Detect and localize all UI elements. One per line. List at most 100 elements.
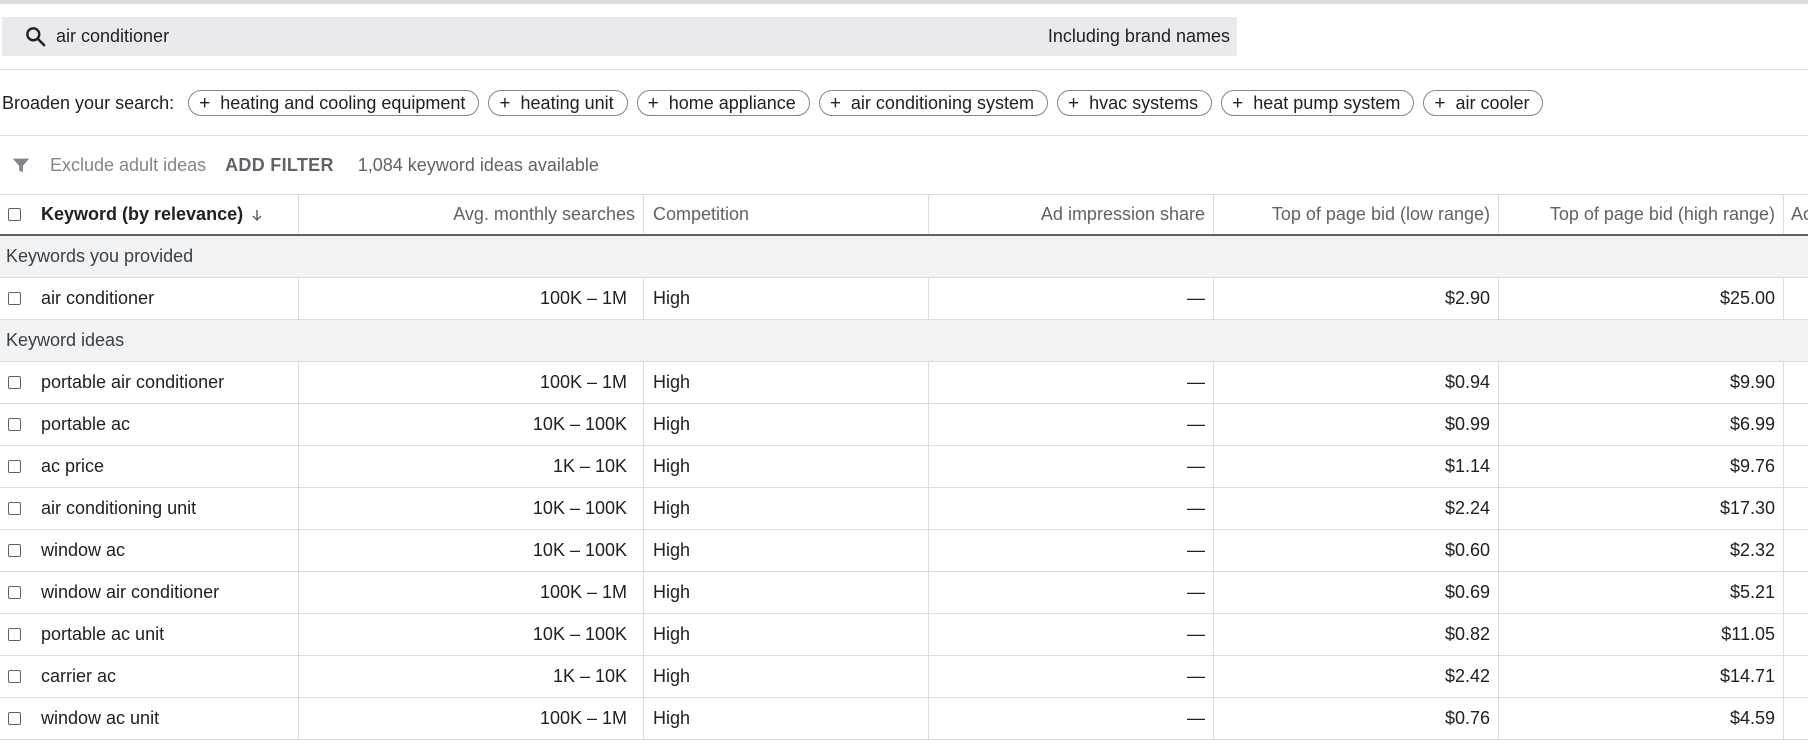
cell-keyword[interactable]: window air conditioner (41, 572, 296, 613)
broaden-chip[interactable]: + heating unit (488, 90, 628, 116)
brand-names-toggle[interactable]: Including brand names (1048, 26, 1230, 47)
cell-keyword[interactable]: portable ac (41, 404, 296, 445)
column-divider (298, 698, 299, 739)
header-competition[interactable]: Competition (653, 195, 923, 234)
column-divider (1213, 698, 1214, 739)
cell-competition: High (653, 708, 691, 728)
header-overflow-column[interactable]: Ac (1791, 195, 1808, 234)
table-row[interactable]: portable ac unit 10K – 100K High — $0.82 $11.… (0, 614, 1808, 656)
plus-icon: + (1068, 92, 1080, 114)
cell-keyword[interactable]: air conditioner (41, 278, 296, 319)
column-divider (1783, 446, 1784, 487)
cell-avg-monthly-searches: 1K – 10K (552, 456, 627, 476)
header-ad-impression-share[interactable]: Ad impression share (930, 195, 1205, 234)
broaden-chip[interactable]: + air conditioning system (818, 90, 1049, 116)
row-checkbox[interactable] (8, 292, 21, 305)
cell-keyword[interactable]: air conditioning unit (41, 488, 296, 529)
row-checkbox[interactable] (8, 586, 21, 599)
cell-keyword[interactable]: window ac unit (41, 698, 296, 739)
cell-competition: High (653, 624, 691, 644)
table-row[interactable]: window air conditioner 100K – 1M High — $0.6… (0, 572, 1808, 614)
cell-keyword[interactable]: ac price (41, 446, 296, 487)
row-checkbox[interactable] (8, 502, 21, 515)
plus-icon: + (647, 92, 659, 114)
table-row[interactable]: window ac 10K – 100K High — $0.60 $2.32 (0, 530, 1808, 572)
table-row[interactable]: ac price 1K – 10K High — $1.14 $9.76 (0, 446, 1808, 488)
column-divider (1783, 278, 1784, 319)
broaden-chip[interactable]: + air cooler (1423, 90, 1544, 116)
column-divider (1783, 195, 1784, 234)
row-checkbox[interactable] (8, 544, 21, 557)
keyword-search-bar[interactable]: air conditioner Including brand names (2, 17, 1237, 56)
column-divider (1213, 530, 1214, 571)
row-checkbox[interactable] (8, 712, 21, 725)
column-divider (643, 446, 644, 487)
column-divider (1213, 656, 1214, 697)
broaden-chip[interactable]: + home appliance (636, 90, 810, 116)
cell-competition: High (653, 414, 691, 434)
row-checkbox[interactable] (8, 418, 21, 431)
column-divider (298, 572, 299, 613)
table-row[interactable]: portable ac 10K – 100K High — $0.99 $6.99 (0, 404, 1808, 446)
exclude-adult-ideas[interactable]: Exclude adult ideas (50, 155, 206, 176)
cell-keyword[interactable]: portable ac unit (41, 614, 296, 655)
cell-competition: High (653, 666, 691, 686)
row-checkbox[interactable] (8, 670, 21, 683)
column-divider (298, 488, 299, 529)
cell-competition: High (653, 498, 691, 518)
table-row[interactable]: air conditioner 100K – 1M High — $2.90 $25.00 (0, 278, 1808, 320)
search-query[interactable]: air conditioner (56, 26, 169, 47)
cell-bid-low: $0.94 (1444, 372, 1490, 392)
column-divider (1213, 278, 1214, 319)
group-label: Keyword ideas (6, 330, 125, 350)
row-checkbox[interactable] (8, 460, 21, 473)
column-divider (643, 572, 644, 613)
cell-bid-high: $11.05 (1721, 624, 1775, 644)
column-divider (1213, 362, 1214, 403)
column-divider (1213, 446, 1214, 487)
column-divider (1783, 488, 1784, 529)
row-checkbox[interactable] (8, 628, 21, 641)
plus-icon: + (1232, 92, 1244, 114)
column-divider (1213, 572, 1214, 613)
divider (0, 135, 1808, 136)
cell-keyword[interactable]: portable air conditioner (41, 362, 296, 403)
column-divider (643, 362, 644, 403)
column-divider (643, 404, 644, 445)
table-row[interactable]: window ac unit 100K – 1M High — $0.76 $4.59 (0, 698, 1808, 740)
filter-icon[interactable] (10, 154, 32, 176)
cell-competition: High (653, 582, 691, 602)
cell-bid-high: $14.71 (1719, 666, 1775, 686)
column-divider (1498, 656, 1499, 697)
cell-bid-low: $2.90 (1444, 288, 1490, 308)
table-row[interactable]: portable air conditioner 100K – 1M High — $0… (0, 362, 1808, 404)
arrow-down-icon (252, 209, 262, 221)
broaden-chip[interactable]: + hvac systems (1057, 90, 1213, 116)
add-filter-button[interactable]: ADD FILTER (225, 155, 334, 176)
select-all-checkbox[interactable] (8, 208, 21, 221)
cell-competition: High (653, 288, 691, 308)
column-divider (928, 195, 929, 234)
table-row[interactable]: air conditioning unit 10K – 100K High — $2.2… (0, 488, 1808, 530)
chip-label: home appliance (668, 92, 796, 113)
cell-ad-impression-share: — (1187, 372, 1205, 392)
column-divider (928, 698, 929, 739)
column-divider (298, 404, 299, 445)
cell-bid-high: $17.30 (1719, 498, 1775, 518)
header-keyword[interactable]: Keyword (by relevance) (41, 195, 296, 234)
plus-icon: + (499, 92, 511, 114)
search-icon (26, 26, 46, 46)
cell-keyword[interactable]: carrier ac (41, 656, 296, 697)
row-checkbox[interactable] (8, 376, 21, 389)
cell-keyword[interactable]: window ac (41, 530, 296, 571)
broaden-chip[interactable]: + heating and cooling equipment (188, 90, 480, 116)
column-divider (1783, 530, 1784, 571)
table-row[interactable]: carrier ac 1K – 10K High — $2.42 $14.71 (0, 656, 1808, 698)
header-bid-high[interactable]: Top of page bid (high range) (1500, 195, 1775, 234)
header-avg-monthly-searches[interactable]: Avg. monthly searches (300, 195, 635, 234)
keyword-ideas-count: 1,084 keyword ideas available (357, 154, 599, 175)
header-bid-low[interactable]: Top of page bid (low range) (1215, 195, 1490, 234)
broaden-chip[interactable]: + heat pump system (1221, 90, 1415, 116)
column-divider (1783, 656, 1784, 697)
cell-avg-monthly-searches: 100K – 1M (539, 582, 627, 602)
